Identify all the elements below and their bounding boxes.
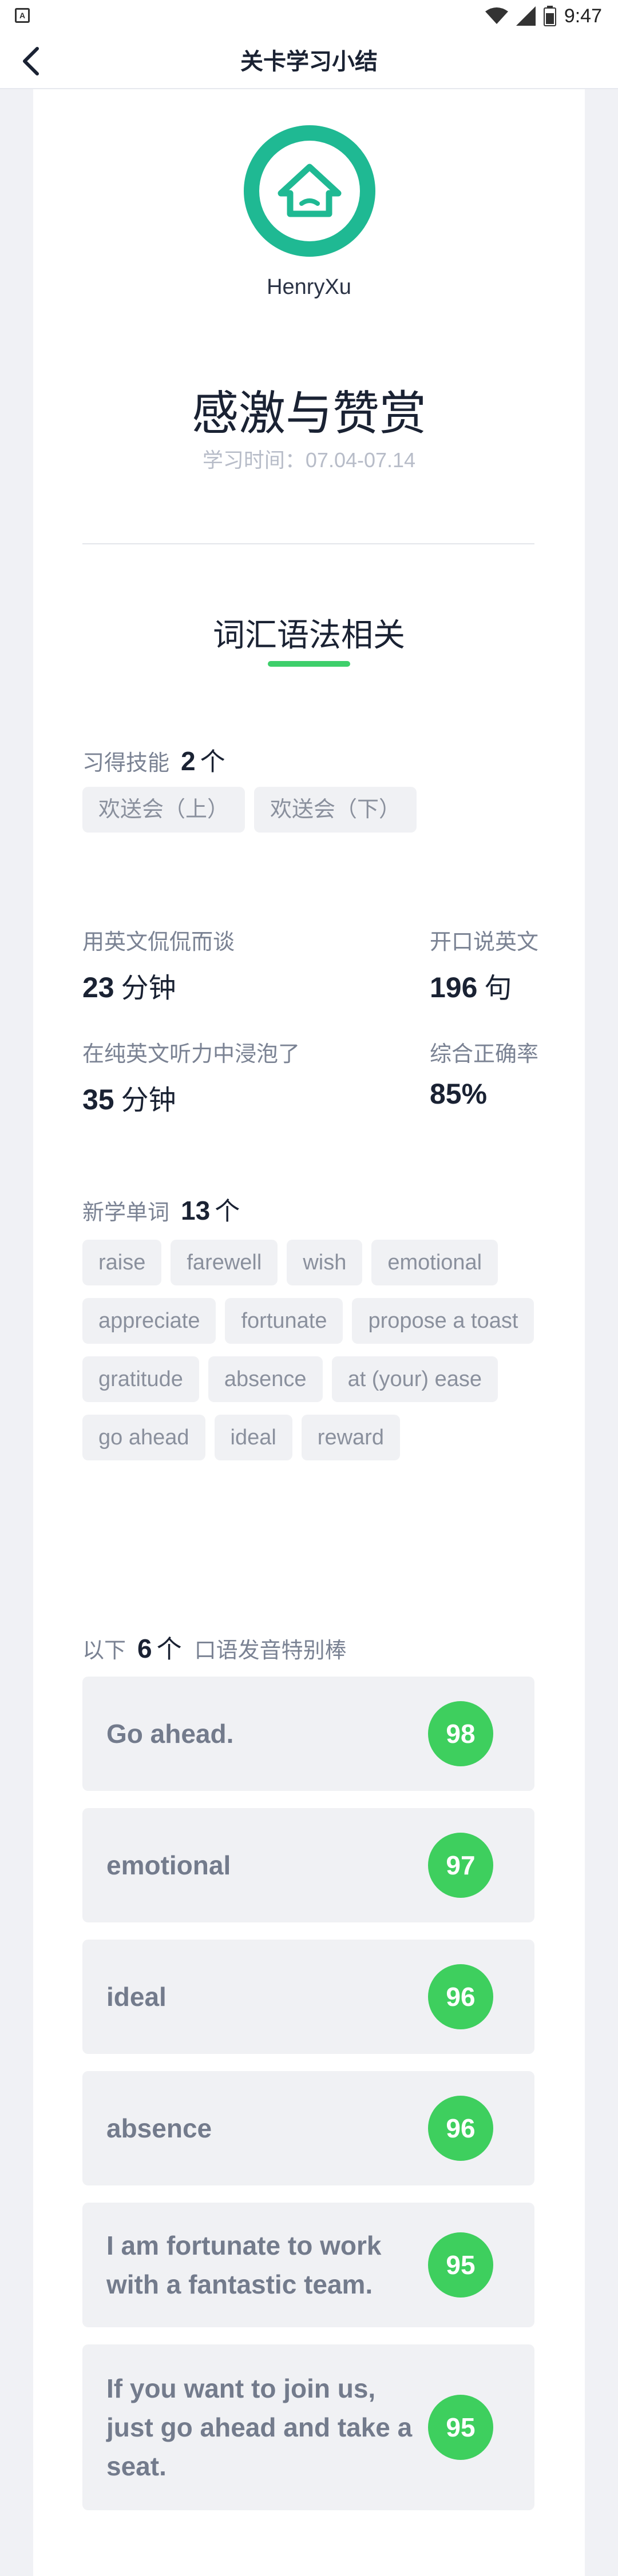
listen-time-label: 在纯英文听力中浸泡了 (82, 1042, 300, 1066)
title-bar: 关卡学习小结 (0, 34, 618, 89)
score-badge: 95 (428, 2395, 493, 2460)
chat-time-number: 23 (82, 972, 114, 1004)
summary-card: HenryXu 感激与赞赏 学习时间：07.04-07.14 词汇语法相关 习得… (33, 89, 585, 2576)
word-tag[interactable]: absence (208, 1356, 323, 1402)
word-tag[interactable]: raise (82, 1240, 162, 1285)
speak-count-value: 196 句 (430, 965, 512, 1005)
pronunciation-count: 6 (137, 1634, 152, 1663)
pronunciation-item[interactable]: I am fortunate to work with a fantastic … (82, 2203, 534, 2327)
accuracy-label: 综合正确率 (430, 1042, 539, 1066)
divider (82, 543, 534, 544)
word-tag[interactable]: at (your) ease (331, 1356, 498, 1402)
score-badge: 98 (428, 1701, 493, 1766)
score-badge: 95 (428, 2232, 493, 2298)
section-heading: 词汇语法相关 (213, 617, 405, 653)
chat-time-value: 23 分钟 (82, 965, 176, 1005)
score-badge: 96 (428, 1964, 493, 2029)
word-tag[interactable]: fortunate (225, 1298, 343, 1344)
word-tag[interactable]: go ahead (82, 1415, 205, 1460)
speak-count-unit: 句 (484, 973, 512, 1004)
new-words-tag-list: raise farewell wish emotional appreciate… (82, 1240, 534, 1460)
listen-time-value: 35 分钟 (82, 1077, 176, 1117)
study-time: 学习时间：07.04-07.14 (202, 448, 416, 472)
new-words-header: 新学单词 13 个 (82, 1191, 240, 1227)
new-words-label: 新学单词 (82, 1201, 170, 1225)
skills-unit: 个 (200, 748, 225, 776)
signal-icon (516, 6, 536, 26)
accuracy-value: 85% (430, 1078, 488, 1110)
skills-header: 习得技能 2 个 (82, 741, 225, 778)
pronunciation-sentence: I am fortunate to work with a fantastic … (106, 2231, 382, 2299)
score-badge: 97 (428, 1833, 493, 1898)
word-tag[interactable]: appreciate (82, 1298, 216, 1344)
username: HenryXu (267, 275, 351, 299)
word-tag[interactable]: farewell (171, 1240, 278, 1285)
pronunciation-suffix: 口语发音特别棒 (194, 1639, 347, 1663)
app-notification-icon: A (15, 8, 30, 23)
word-tag[interactable]: wish (287, 1240, 363, 1285)
home-icon (278, 164, 342, 217)
status-bar: A 9:47 (0, 0, 618, 34)
pronunciation-sentence: If you want to join us, just go ahead an… (106, 2374, 413, 2481)
lesson-title: 感激与赞赏 (191, 388, 426, 440)
wifi-icon (485, 7, 508, 24)
section-underline (268, 661, 350, 667)
pronunciation-sentence: ideal (106, 1982, 167, 2012)
score-badge: 96 (428, 2096, 493, 2161)
skills-count: 2 (181, 746, 196, 776)
skills-label: 习得技能 (82, 751, 170, 775)
pronunciation-item[interactable]: ideal 96 (82, 1940, 534, 2054)
new-words-count: 13 (181, 1196, 211, 1225)
pronunciation-unit: 个 (156, 1635, 182, 1663)
battery-icon (543, 6, 556, 26)
clock-time: 9:47 (564, 5, 602, 27)
chat-time-unit: 分钟 (121, 973, 176, 1004)
chat-time-label: 用英文侃侃而谈 (82, 930, 235, 954)
pronunciation-item[interactable]: Go ahead. 98 (82, 1677, 534, 1791)
avatar-inner (259, 141, 360, 241)
pronunciation-sentence: emotional (106, 1850, 231, 1880)
skill-tag[interactable]: 欢送会（下） (254, 787, 417, 833)
pronunciation-item[interactable]: If you want to join us, just go ahead an… (82, 2344, 534, 2510)
word-tag[interactable]: ideal (214, 1415, 292, 1460)
pronunciation-item[interactable]: absence 96 (82, 2071, 534, 2185)
skill-tag[interactable]: 欢送会（上） (82, 787, 245, 833)
pronunciation-prefix: 以下 (82, 1639, 126, 1663)
pronunciation-header: 以下 6 个 口语发音特别棒 (82, 1629, 347, 1665)
speak-count-label: 开口说英文 (430, 930, 539, 954)
pronunciation-sentence: Go ahead. (106, 1719, 234, 1749)
word-tag[interactable]: reward (301, 1415, 400, 1460)
word-tag[interactable]: gratitude (82, 1356, 199, 1402)
skills-tag-list: 欢送会（上） 欢送会（下） (82, 787, 534, 833)
word-tag[interactable]: emotional (371, 1240, 498, 1285)
pronunciation-sentence: absence (106, 2113, 212, 2143)
page-title: 关卡学习小结 (240, 49, 378, 74)
word-tag[interactable]: propose a toast (352, 1298, 534, 1344)
new-words-unit: 个 (215, 1197, 240, 1225)
listen-time-number: 35 (82, 1084, 114, 1116)
pronunciation-item[interactable]: emotional 97 (82, 1808, 534, 1922)
listen-time-unit: 分钟 (121, 1085, 176, 1116)
speak-count-number: 196 (430, 972, 478, 1004)
avatar[interactable] (244, 125, 375, 257)
